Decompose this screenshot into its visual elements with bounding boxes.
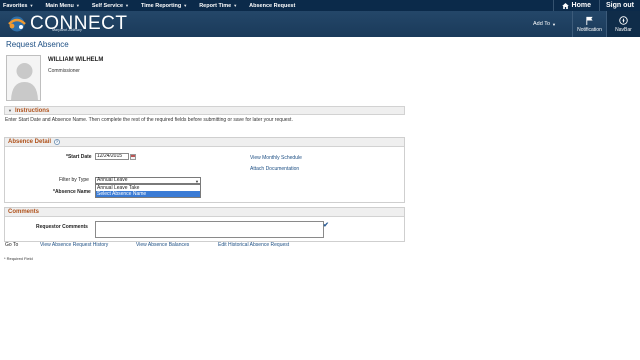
nav-current-page: Absence Request [246, 3, 304, 9]
help-icon[interactable]: ? [54, 139, 61, 145]
home-icon [561, 2, 569, 9]
nav-self-service-label: Self Service [91, 2, 124, 9]
nav-report-time-label: Report Time [199, 2, 232, 9]
absence-name-dropdown-list: Annual Leave Take Select Absence Name [95, 184, 201, 198]
requestor-comments-textarea[interactable] [95, 221, 324, 238]
signout-link[interactable]: Sign out [599, 0, 640, 11]
caret-down-icon: ▼ [29, 3, 34, 8]
navbar-label: NavBar [615, 26, 632, 33]
signout-label: Sign out [606, 2, 634, 9]
view-monthly-schedule-link[interactable]: View Monthly Schedule [250, 155, 302, 161]
filter-by-type-value: Annual Leave [97, 177, 128, 183]
branding-header: CONNECT Maryland Judiciary Add To ▼ Notif… [0, 11, 640, 37]
caret-down-icon: ▼ [183, 3, 188, 8]
view-absence-balances-link[interactable]: View Absence Balances [136, 242, 189, 248]
add-to-menu[interactable]: Add To ▼ [523, 11, 572, 37]
nav-time-reporting-label: Time Reporting [140, 2, 182, 9]
caret-down-icon: ▼ [125, 3, 129, 8]
filter-by-type-label: Filter by Type [59, 177, 89, 183]
home-label: Home [571, 2, 591, 9]
goto-label: Go To [5, 242, 19, 248]
comments-header: Comments [5, 208, 404, 217]
collapse-arrow-icon: ▼ [8, 108, 12, 113]
absence-detail-header: Absence Detail ? [5, 138, 404, 147]
notification-label: Notification [577, 26, 602, 33]
nav-report-time[interactable]: Report Time ▼ [196, 3, 246, 9]
start-date-field[interactable]: 12/24/2015 [95, 153, 129, 160]
home-link[interactable]: Home [552, 0, 599, 11]
header-actions: Add To ▼ Notification NavBar [523, 11, 640, 37]
start-date-label: *Start Date [66, 154, 92, 160]
filter-by-type-select[interactable]: Annual Leave ▼ [95, 177, 201, 184]
employee-name: WILLIAM WILHELM [48, 57, 104, 63]
nav-main-menu-label: Main Menu [45, 2, 74, 9]
nav-self-service[interactable]: Self Service ▼ [89, 3, 138, 9]
flag-icon [586, 16, 593, 25]
navbar-button[interactable]: NavBar [606, 11, 640, 37]
caret-down-icon: ▼ [233, 3, 238, 8]
absence-detail-heading: Absence Detail [8, 139, 52, 145]
instructions-text: Enter Start Date and Absence Name. Then … [5, 117, 293, 123]
nav-current-label: Absence Request [249, 2, 296, 9]
instructions-heading: Instructions [14, 107, 50, 114]
chevron-down-icon: ▼ [552, 21, 556, 27]
logo-mark-icon [8, 16, 26, 32]
page-title: Request Absence [6, 40, 69, 49]
employee-photo [6, 55, 41, 101]
spellcheck-icon[interactable]: ✔ [323, 221, 329, 229]
caret-down-icon: ▼ [75, 3, 80, 8]
nav-main-menu[interactable]: Main Menu ▼ [42, 3, 88, 9]
nav-time-reporting[interactable]: Time Reporting ▼ [138, 3, 196, 9]
requestor-comments-label: Requestor Comments [36, 224, 88, 230]
notification-button[interactable]: Notification [572, 11, 606, 37]
nav-favorites[interactable]: Favorites ▼ [0, 3, 42, 9]
absence-name-label: *Absence Name [53, 189, 91, 195]
required-field-note: * Required Field [4, 256, 33, 261]
person-silhouette-icon [11, 63, 38, 100]
add-to-label: Add To [533, 21, 551, 27]
top-nav-bar: Favorites ▼ Main Menu ▼ Self Service ▼ Time… [0, 0, 640, 11]
attach-documentation-link[interactable]: Attach Documentation [250, 166, 299, 172]
comments-heading: Comments [8, 209, 40, 215]
view-absence-request-history-link[interactable]: View Absence Request History [40, 242, 108, 248]
instructions-header[interactable]: ▼ Instructions [4, 106, 405, 115]
calendar-icon[interactable] [130, 154, 136, 160]
logo-subtitle: Maryland Judiciary [52, 28, 82, 32]
compass-icon [619, 15, 628, 25]
edit-historical-absence-request-link[interactable]: Edit Historical Absence Request [218, 242, 289, 248]
employee-title: Commissioner [48, 68, 80, 74]
nav-favorites-label: Favorites [3, 2, 28, 9]
dropdown-option-selected[interactable]: Select Absence Name [96, 191, 200, 197]
